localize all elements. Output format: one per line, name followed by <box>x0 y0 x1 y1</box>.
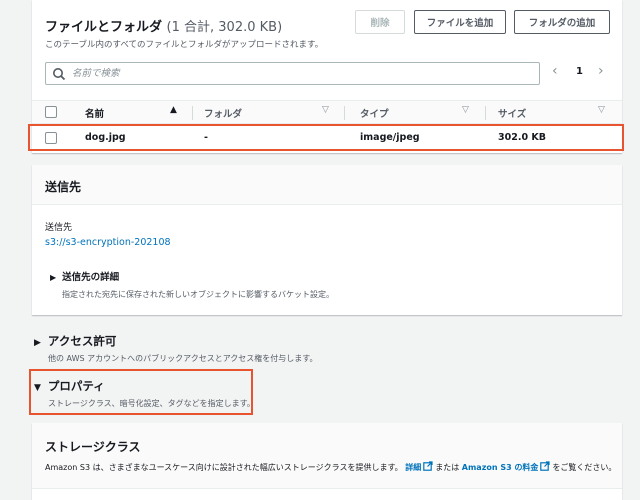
storage-desc-end: をご覧ください。 <box>552 463 617 472</box>
table-header: 名前 ▲ フォルダ ▽ タイプ ▽ サイズ ▽ <box>32 100 622 124</box>
expand-caret-icon: ▶ <box>50 273 57 282</box>
destination-label: 送信先 <box>45 223 73 233</box>
pricing-link[interactable]: Amazon S3 の料金 <box>462 463 539 472</box>
add-folder-button[interactable]: フォルダの追加 <box>514 10 610 34</box>
access-title: アクセス許可 <box>47 334 117 348</box>
column-divider <box>192 106 193 120</box>
destination-panel: 送信先 送信先 s3://s3-encryption-202108 ▶ 送信先の詳… <box>32 165 622 315</box>
sort-icon[interactable]: ▽ <box>322 105 329 115</box>
destination-link[interactable]: s3://s3-encryption-202108 <box>45 237 171 248</box>
storage-desc-text: Amazon S3 は、さまざまなユースケース向けに設計された幅広いストレージク… <box>45 463 403 472</box>
access-description: 他の AWS アカウントへのパブリックアクセスとアクセス権を付与します。 <box>48 354 318 363</box>
sort-asc-icon[interactable]: ▲ <box>170 105 177 115</box>
column-divider <box>485 106 486 120</box>
highlight-box-file-row <box>28 124 624 151</box>
column-header-folder[interactable]: フォルダ <box>204 106 242 120</box>
storage-class-description: Amazon S3 は、さまざまなユースケース向けに設計された幅広いストレージク… <box>45 461 616 473</box>
destination-title: 送信先 <box>45 180 82 194</box>
pagination-prev-icon[interactable]: ‹ <box>552 63 558 79</box>
storage-class-header: ストレージクラス Amazon S3 は、さまざまなユースケース向けに設計された… <box>32 423 622 489</box>
search-box <box>45 62 540 85</box>
add-files-button[interactable]: ファイルを追加 <box>414 10 506 34</box>
column-header-type[interactable]: タイプ <box>360 106 389 120</box>
delete-button[interactable]: 削除 <box>355 10 405 34</box>
search-input[interactable] <box>72 65 522 82</box>
external-link-icon[interactable] <box>540 461 551 471</box>
files-count: (1 合計, 302.0 KB) <box>166 20 283 35</box>
destination-details-toggle[interactable]: ▶ 送信先の詳細 <box>50 269 119 283</box>
sort-icon[interactable]: ▽ <box>462 105 469 115</box>
select-all-checkbox[interactable] <box>45 106 57 118</box>
destination-header: 送信先 <box>32 165 622 205</box>
storage-class-title: ストレージクラス <box>45 440 141 454</box>
sort-icon[interactable]: ▽ <box>598 105 605 115</box>
pagination-next-icon[interactable]: › <box>598 63 604 79</box>
access-section-toggle[interactable]: ▶ アクセス許可 <box>34 333 116 349</box>
column-header-size[interactable]: サイズ <box>498 106 526 120</box>
external-link-icon[interactable] <box>423 461 433 471</box>
storage-class-panel: ストレージクラス Amazon S3 は、さまざまなユースケース向けに設計された… <box>32 423 622 500</box>
pagination-current-page[interactable]: 1 <box>576 66 583 77</box>
files-title: ファイルとフォルダ (1 合計, 302.0 KB) <box>45 16 282 35</box>
files-title-text: ファイルとフォルダ <box>45 20 163 35</box>
highlight-box-properties <box>29 369 253 415</box>
destination-details-description: 指定された宛先に保存された新しいオブジェクトに影響するバケット設定。 <box>62 290 334 299</box>
files-description: このテーブル内のすべてのファイルとフォルダがアップロードされます。 <box>45 40 324 50</box>
expand-caret-icon: ▶ <box>34 338 41 348</box>
destination-details-title: 送信先の詳細 <box>62 272 120 283</box>
storage-desc-or: または <box>435 463 460 472</box>
search-icon <box>53 68 66 81</box>
column-header-name[interactable]: 名前 <box>85 106 104 120</box>
column-divider <box>344 106 345 120</box>
details-link[interactable]: 詳細 <box>405 463 421 472</box>
